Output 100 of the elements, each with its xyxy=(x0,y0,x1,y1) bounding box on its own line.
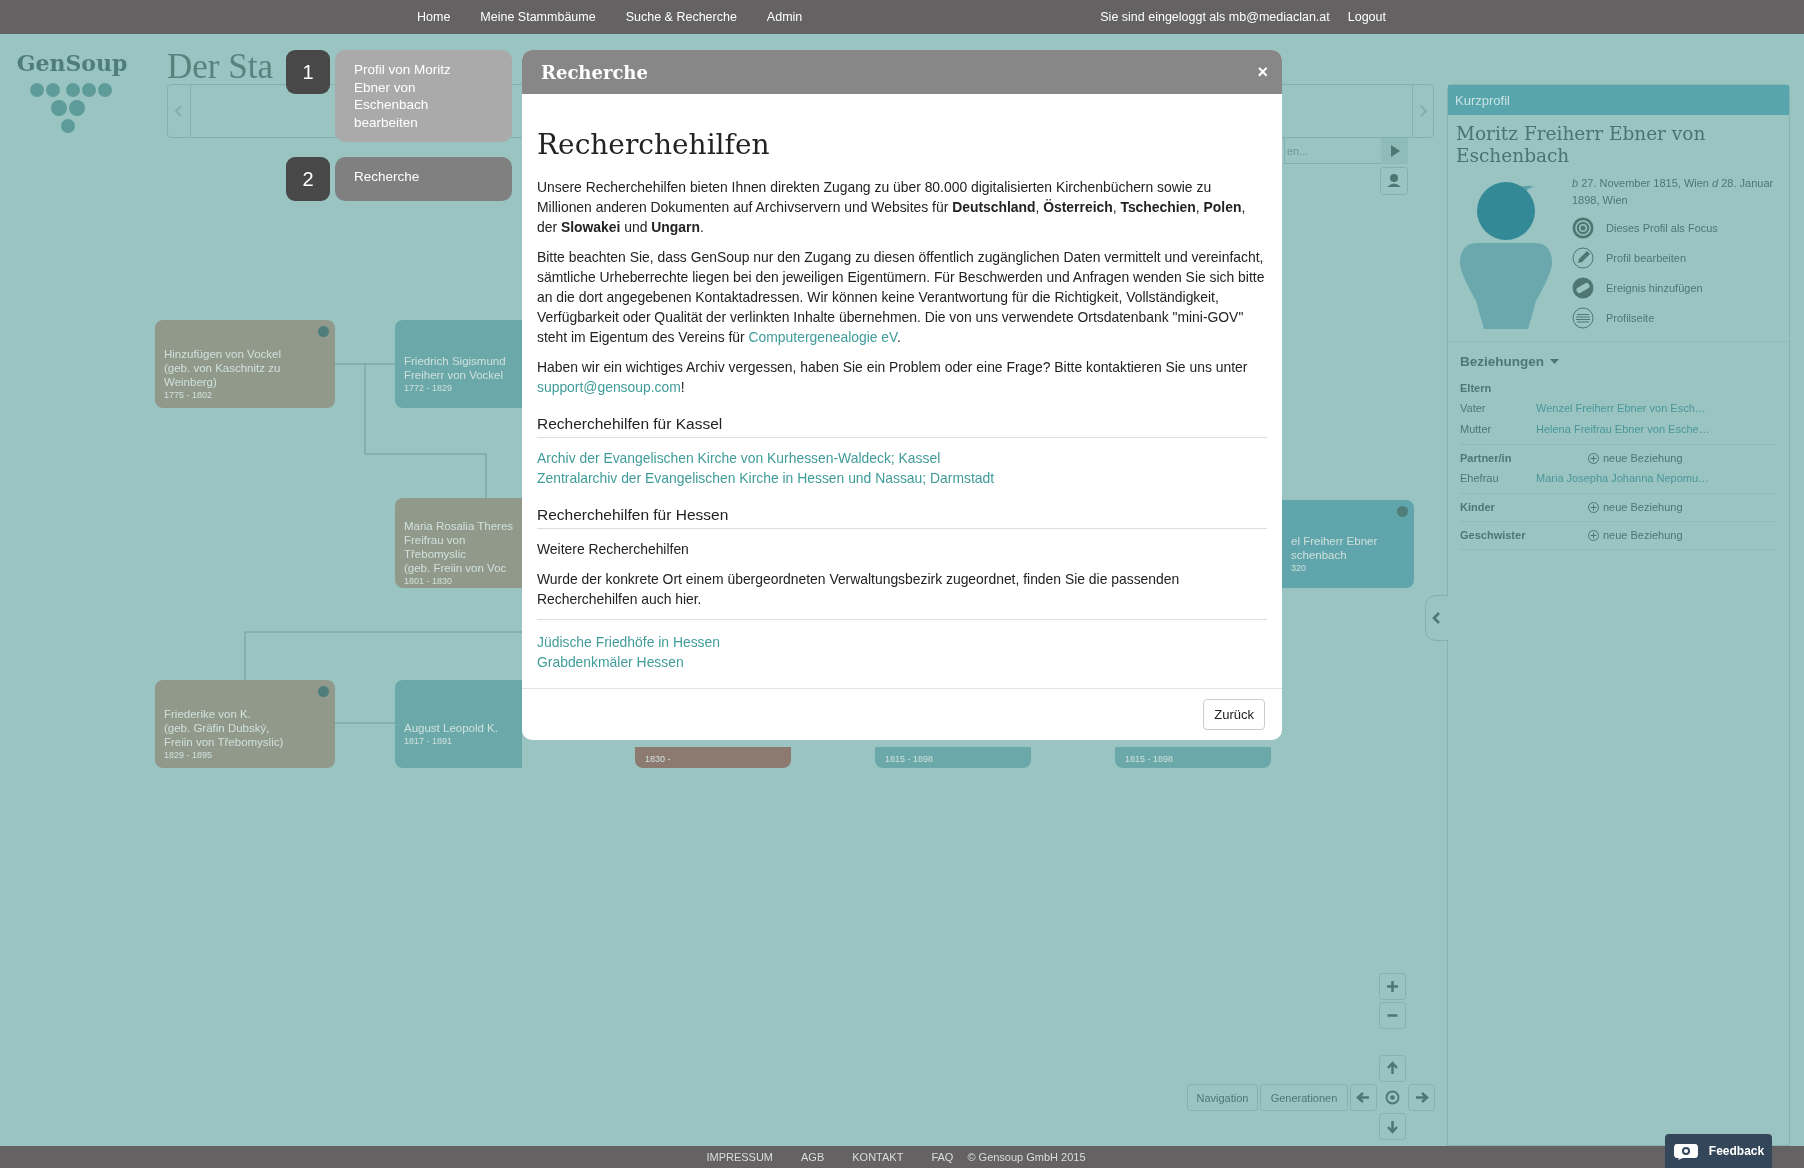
profile-name: Moritz Freiherr Ebner von Eschenbach xyxy=(1456,123,1707,167)
paragraph: Unsere Recherchehilfen bieten Ihnen direkten Zugang zu über 80.000 digitalisierten Kirchenbüchern sowie zu Millionen anderen Dokumenten auf Archivservern und Websites für Deutschland, Österreich, Tschechien, Polen, der Slowakei und Ungarn. xyxy=(537,178,1247,237)
inline-link[interactable]: support@gensoup.com xyxy=(537,379,681,395)
add-relation-link[interactable]: neue Beziehung xyxy=(1588,529,1683,541)
zoom-in-icon[interactable] xyxy=(1379,973,1406,1000)
section-heading: Recherchehilfen für Kassel xyxy=(537,415,1267,438)
person-name: Friederike von K. xyxy=(164,707,252,721)
relations-dropdown[interactable]: Beziehungen xyxy=(1460,354,1777,369)
relation-group-label: Partner/in xyxy=(1460,452,1513,464)
person-name: schenbach xyxy=(1291,548,1348,562)
relation-role: Ehefrau xyxy=(1460,471,1500,484)
generations-button[interactable]: Generationen xyxy=(1260,1084,1348,1111)
nav-link[interactable]: Admin xyxy=(766,10,803,24)
logout-link[interactable]: Logout xyxy=(1347,10,1386,24)
arrow-right-icon[interactable] xyxy=(1408,1084,1435,1111)
tour-step[interactable]: Recherche xyxy=(335,157,512,201)
panel-title: Kurzprofil xyxy=(1455,92,1510,108)
person-card[interactable]: 1815 - 1898 xyxy=(1115,747,1271,768)
person-icon[interactable] xyxy=(1380,167,1408,195)
section-text: Weitere Recherchehilfen xyxy=(537,540,690,559)
relative-link[interactable]: Helena Freifrau Ebner von Esche… xyxy=(1536,422,1710,435)
footer-link[interactable]: FAQ xyxy=(931,1151,954,1163)
archive-link[interactable]: Jüdische Friedhöfe in Hessen xyxy=(537,632,720,652)
section-heading: Recherchehilfen für Hessen xyxy=(537,506,1267,529)
login-text: Sie sind eingeloggt als mb@mediaclan.at xyxy=(1100,10,1330,24)
person-card[interactable]: 1815 - 1898 xyxy=(875,747,1031,768)
arrow-left-icon[interactable] xyxy=(1350,1084,1377,1111)
page-title: Der Sta xyxy=(167,50,273,84)
relation-group-label: Kinder xyxy=(1460,501,1496,513)
person-name: Hinzufügen von Vockel xyxy=(164,347,282,361)
footer-link[interactable]: IMPRESSUM xyxy=(706,1151,774,1163)
person-card[interactable]: August Leopold K. 1817 - 1891 xyxy=(395,680,522,768)
pencil-icon xyxy=(1572,247,1594,269)
person-card[interactable]: Friedrich Sigismund Freiherr von Vockel 1772 - 1829 xyxy=(395,320,522,408)
feedback-button[interactable]: Feedback xyxy=(1665,1134,1772,1168)
arrow-down-icon[interactable] xyxy=(1379,1113,1406,1140)
logo-text[interactable]: GenSoup xyxy=(16,50,128,76)
footer-link[interactable]: KONTAKT xyxy=(852,1151,904,1163)
step-number: 2 xyxy=(286,157,330,201)
add-relation-link[interactable]: neue Beziehung xyxy=(1588,452,1683,464)
person-card[interactable]: 1830 - xyxy=(635,747,791,768)
profile-action[interactable]: Profil bearbeiten xyxy=(1572,247,1789,269)
life-dates: b 27. November 1815, Wien d 28. Januar 1898, Wien xyxy=(1572,176,1775,208)
life-years: 1829 - 1895 xyxy=(164,749,214,761)
profile-action[interactable]: Ereignis hinzufügen xyxy=(1572,277,1789,299)
relation-role: Mutter xyxy=(1460,422,1493,435)
person-name: (geb. Freiin von Voc xyxy=(404,561,508,575)
person-name: Freiin von Třebomyslic) xyxy=(164,735,285,749)
archive-link[interactable]: Archiv der Evangelischen Kirche von Kurhessen-Waldeck; Kassel xyxy=(537,448,941,468)
person-name: Freiherr von Vockel xyxy=(404,368,505,382)
play-icon[interactable] xyxy=(1381,138,1408,164)
back-button[interactable]: Zurück xyxy=(1203,699,1265,730)
person-name: (geb. von Kaschnitz zu xyxy=(164,361,282,375)
camera-icon xyxy=(1672,1142,1699,1160)
paragraph: Haben wir ein wichtiges Archiv vergessen, haben Sie ein Problem oder eine Frage? Bitte kontaktieren Sie uns unter support@gensoup.com! xyxy=(537,358,1249,397)
list-icon xyxy=(1572,307,1594,329)
paragraph: Bitte beachten Sie, dass GenSoup nur den Zugang zu diesen öffentlich zugänglichen Daten vermittelt und vereinfacht, sämtliche Urheberrechte liegen bei den jeweiligen Eigentümern. Für Beschwerden und Anfragen wenden Sie sich bitte an die dort angegebenen Kontaktadressen. Wir können keine Verantwortung für die Richtigkeit, Vollständigkeit, Verfügbarkeit oder Qualität der verlinkten Inhalte übernehmen. Die von uns verwendete Ortsdatenbank "mini-GOV" steht im Eigentum des Vereins für Computergenealogie eV. xyxy=(537,248,1266,347)
person-name: Maria Rosalia Theres xyxy=(404,519,513,533)
section-text: Wurde der konkrete Ort einem übergeordneten Verwaltungsbezirk zugeordnet, finden Sie die passenden Recherchehilfen auch hier. xyxy=(537,570,1181,609)
tour-step[interactable]: Profil von Moritz Ebner von Eschenbach bearbeiten xyxy=(335,50,512,142)
profile-action[interactable]: Dieses Profil als Focus xyxy=(1572,217,1789,239)
person-card[interactable]: Hinzufügen von Vockel (geb. von Kaschnitz zu Weinberg) 1775 - 1802 xyxy=(155,320,335,408)
add-relation-link[interactable]: neue Beziehung xyxy=(1588,501,1683,513)
life-years: 1817 - 1891 xyxy=(404,735,454,747)
life-years: 1830 - xyxy=(645,753,672,765)
dialog-heading: Recherchehilfen xyxy=(537,128,771,161)
nav-link[interactable]: Home xyxy=(417,10,451,24)
add-icon xyxy=(1588,452,1599,464)
arrow-up-icon[interactable] xyxy=(1379,1055,1406,1082)
collapse-tab[interactable] xyxy=(1425,595,1448,641)
person-name: el Freiherr Ebner xyxy=(1291,534,1379,548)
relation-role: Vater xyxy=(1460,401,1487,414)
zoom-out-icon[interactable] xyxy=(1379,1002,1406,1029)
archive-link[interactable]: Grabdenkmäler Hessen xyxy=(537,652,684,672)
relation-group-label: Geschwister xyxy=(1460,529,1527,541)
profile-action[interactable]: Profilseite xyxy=(1572,307,1789,329)
footer-link[interactable]: AGB xyxy=(801,1151,825,1163)
person-name: Friedrich Sigismund xyxy=(404,354,507,368)
person-card[interactable]: Friederike von K. (geb. Gräfin Dubský, Freiin von Třebomyslic) 1829 - 1895 xyxy=(155,680,335,768)
add-icon xyxy=(1588,501,1599,513)
person-name: Freifrau von xyxy=(404,533,467,547)
add-icon xyxy=(1588,529,1599,541)
nav-link[interactable]: Meine Stammbäume xyxy=(480,10,596,24)
life-years: 1815 - 1898 xyxy=(1125,753,1175,765)
inline-link[interactable]: Computergenealogie eV xyxy=(748,329,898,345)
dialog-title: Recherche xyxy=(541,61,648,83)
relative-link[interactable]: Maria Josepha Johanna Nepomu… xyxy=(1536,471,1710,484)
relative-link[interactable]: Wenzel Freiherr Ebner von Esch… xyxy=(1536,401,1706,414)
person-name: Třebomyslic xyxy=(404,547,467,561)
caret-icon xyxy=(1550,358,1559,365)
navigation-button[interactable]: Navigation xyxy=(1187,1084,1258,1111)
archive-link[interactable]: Zentralarchiv der Evangelischen Kirche in Hessen und Nassau; Darmstadt xyxy=(537,468,995,488)
nav-link[interactable]: Suche & Recherche xyxy=(625,10,737,24)
bandage-icon xyxy=(1572,277,1594,299)
copyright-text: © Gensoup GmbH 2015 xyxy=(967,1151,1086,1163)
life-years: 1815 - 1898 xyxy=(885,753,935,765)
close-button[interactable]: × xyxy=(1253,61,1272,83)
person-card[interactable]: Maria Rosalia Theres Freifrau von Třebomyslic (geb. Freiin von Voc 1801 - 1830 xyxy=(395,498,522,588)
person-card[interactable]: el Freiherr Ebner schenbach 320 xyxy=(1282,500,1414,588)
life-years: 320 xyxy=(1291,562,1308,574)
